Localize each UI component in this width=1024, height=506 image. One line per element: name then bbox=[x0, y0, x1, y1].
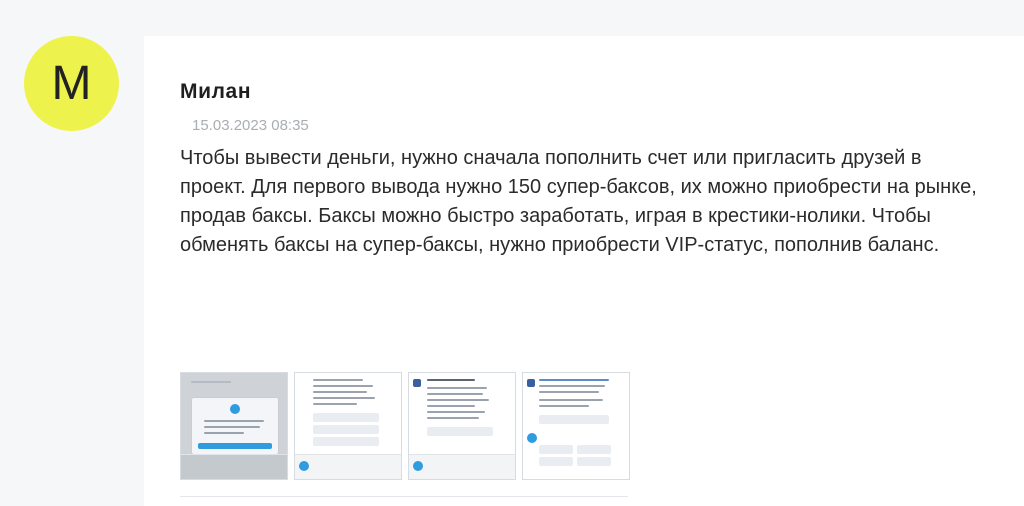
bot-icon bbox=[413, 379, 421, 387]
attachment-thumbnail[interactable] bbox=[522, 372, 630, 480]
menu-icon bbox=[299, 461, 309, 471]
menu-icon bbox=[527, 433, 537, 443]
divider bbox=[180, 496, 628, 497]
avatar: М bbox=[24, 36, 119, 131]
comment-author: Милан bbox=[180, 80, 252, 103]
comment-date: 15.03.2023 08:35 bbox=[192, 117, 309, 134]
comment-text: Чтобы вывести деньги, нужно сначала попо… bbox=[180, 147, 977, 256]
attachment-gallery bbox=[180, 372, 630, 482]
menu-icon bbox=[413, 461, 423, 471]
attachment-thumbnail[interactable] bbox=[294, 372, 402, 480]
bot-icon bbox=[527, 379, 535, 387]
attachment-thumbnail[interactable] bbox=[180, 372, 288, 480]
attachment-thumbnail[interactable] bbox=[408, 372, 516, 480]
telegram-icon bbox=[230, 404, 240, 414]
avatar-letter: М bbox=[51, 57, 92, 110]
dialog-mock bbox=[191, 397, 279, 455]
